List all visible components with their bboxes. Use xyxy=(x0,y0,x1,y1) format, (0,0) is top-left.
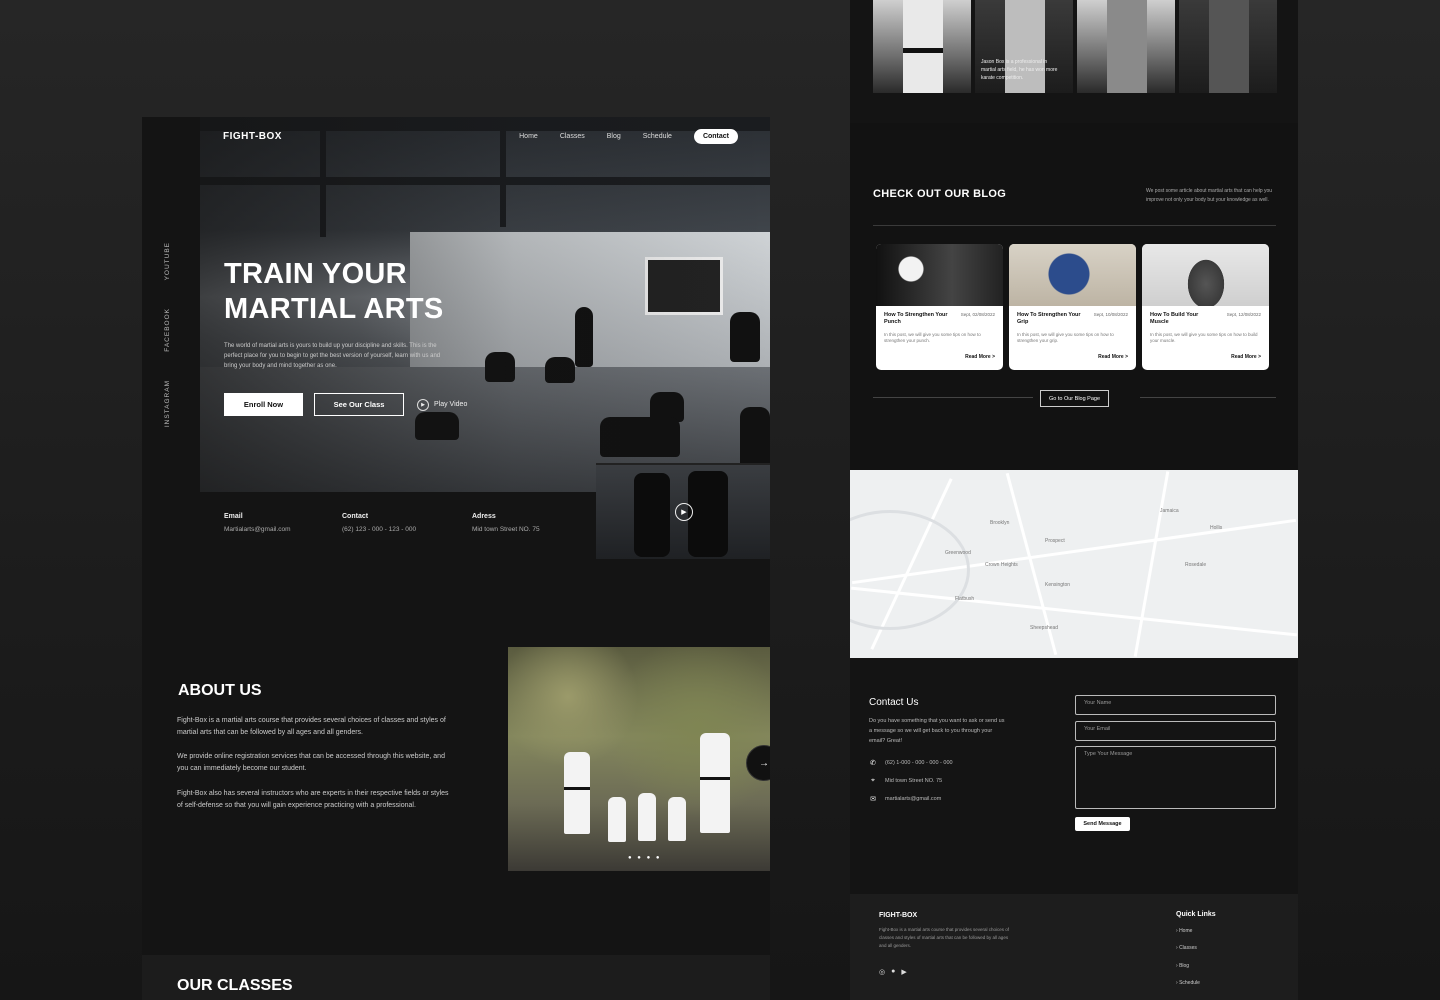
divider xyxy=(1140,397,1276,398)
info-address: Adress Mid town Street NO. 75 xyxy=(472,513,540,533)
play-video-label: Play Video xyxy=(434,401,468,408)
divider xyxy=(873,397,1033,398)
footer-link-classes[interactable]: › Classes xyxy=(1176,945,1197,951)
video-thumbnail[interactable]: ▶ xyxy=(596,463,770,559)
blog-page-button[interactable]: Go to Our Blog Page xyxy=(1040,390,1109,407)
blog-card[interactable]: How To Strengthen Your Grip Sept, 10/08/… xyxy=(1009,244,1136,370)
footer-brand[interactable]: FIGHT-BOX xyxy=(879,912,917,919)
nav-classes[interactable]: Classes xyxy=(560,133,585,140)
play-video-link[interactable]: ▶ Play Video xyxy=(417,398,468,411)
location-map[interactable]: Brooklyn Prospect Greenwood Crown Height… xyxy=(850,470,1298,658)
email-input[interactable]: Your Email xyxy=(1075,721,1276,741)
about-paragraph-1: Fight-Box is a martial arts course that … xyxy=(177,717,446,736)
carousel-dots[interactable]: ● ● ● ● xyxy=(628,855,662,861)
team-photo xyxy=(1179,0,1277,93)
nav-home[interactable]: Home xyxy=(519,133,538,140)
blog-title: CHECK OUT OUR BLOG xyxy=(873,188,1007,200)
blog-description: We post some article about martial arts … xyxy=(1146,188,1273,203)
team-gallery: Jason Box is a professional in martial a… xyxy=(873,0,1277,93)
hero-title: TRAIN YOUR MARTIAL ARTS xyxy=(224,258,444,325)
instagram-icon[interactable]: ◎ xyxy=(879,968,885,976)
about-paragraph-2: We provide online registration services … xyxy=(177,753,445,772)
hero-description: The world of martial arts is yours to bu… xyxy=(224,343,441,369)
name-input[interactable]: Your Name xyxy=(1075,695,1276,715)
contact-title: Contact Us xyxy=(869,697,919,708)
read-more-link[interactable]: Read More > xyxy=(1231,354,1261,360)
landing-page-right: Jason Box is a professional in martial a… xyxy=(850,0,1298,1000)
social-instagram[interactable]: INSTAGRAM xyxy=(164,380,171,427)
contact-address: ⌖ Mid town Street NO. 75 xyxy=(869,777,942,785)
contact-phone: ✆ (62) 1-000 - 000 - 000 - 000 xyxy=(870,760,953,767)
youtube-icon[interactable]: ▶ xyxy=(901,968,906,976)
footer-link-schedule[interactable]: › Schedule xyxy=(1176,980,1200,986)
video-play-icon[interactable]: ▶ xyxy=(675,503,693,521)
blog-cards: How To Strengthen Your Punch Sept, 02/08… xyxy=(876,244,1269,370)
contact-description: Do you have something that you want to a… xyxy=(869,718,1005,744)
footer-link-blog[interactable]: › Blog xyxy=(1176,963,1189,969)
enroll-now-button[interactable]: Enroll Now xyxy=(224,393,303,416)
landing-page-left: FIGHT-BOX Home Classes Blog Schedule Con… xyxy=(142,117,770,1000)
nav-blog[interactable]: Blog xyxy=(607,133,621,140)
brand-logo[interactable]: FIGHT-BOX xyxy=(223,131,282,142)
message-textarea[interactable]: Type Your Message xyxy=(1075,746,1276,809)
play-icon: ▶ xyxy=(417,398,429,411)
read-more-link[interactable]: Read More > xyxy=(1098,354,1128,360)
mail-icon: ✉ xyxy=(870,796,876,803)
social-facebook[interactable]: FACEBOOK xyxy=(164,308,171,352)
footer-socials: ◎ ● ▶ xyxy=(879,968,907,976)
footer-link-home[interactable]: › Home xyxy=(1176,928,1192,934)
send-message-button[interactable]: Send Message xyxy=(1075,817,1130,831)
social-youtube[interactable]: YOUTUBE xyxy=(164,242,171,280)
team-photo xyxy=(1077,0,1175,93)
nav-schedule[interactable]: Schedule xyxy=(643,133,672,140)
blog-card[interactable]: How To Strengthen Your Punch Sept, 02/08… xyxy=(876,244,1003,370)
about-image: ● ● ● ● xyxy=(508,647,770,871)
see-our-class-button[interactable]: See Our Class xyxy=(314,393,404,416)
hero-actions: Enroll Now See Our Class ▶ Play Video xyxy=(224,393,467,416)
info-contact: Contact (62) 123 - 000 - 123 - 000 xyxy=(342,513,417,533)
footer-description: Fight-Box is a martial arts course that … xyxy=(879,927,1010,948)
phone-icon: ✆ xyxy=(870,760,876,767)
about-title: ABOUT US xyxy=(178,682,262,699)
classes-title: OUR CLASSES xyxy=(177,977,293,994)
quick-links-title: Quick Links xyxy=(1176,911,1216,918)
contact-email: ✉ martialarts@gmail.com xyxy=(870,796,942,803)
team-caption: Jason Box is a professional in martial a… xyxy=(981,59,1058,81)
footer: FIGHT-BOX Fight-Box is a martial arts co… xyxy=(850,894,1298,1000)
team-photo: Jason Box is a professional in martial a… xyxy=(975,0,1073,93)
nav-contact-button[interactable]: Contact xyxy=(693,129,738,144)
contact-info-row: Email Martialarts@gmail.com Contact (62)… xyxy=(224,513,540,533)
facebook-icon[interactable]: ● xyxy=(891,968,895,976)
about-paragraph-3: Fight-Box also has several instructors w… xyxy=(177,790,449,809)
social-links: YOUTUBE FACEBOOK INSTAGRAM xyxy=(164,242,178,455)
main-nav: Home Classes Blog Schedule Contact xyxy=(519,129,738,144)
team-photo xyxy=(873,0,971,93)
location-pin-icon: ⌖ xyxy=(871,777,875,784)
read-more-link[interactable]: Read More > xyxy=(965,354,995,360)
divider xyxy=(873,225,1276,226)
blog-card[interactable]: How To Build Your Muscle Sept, 12/08/202… xyxy=(1142,244,1269,370)
info-email: Email Martialarts@gmail.com xyxy=(224,513,291,533)
